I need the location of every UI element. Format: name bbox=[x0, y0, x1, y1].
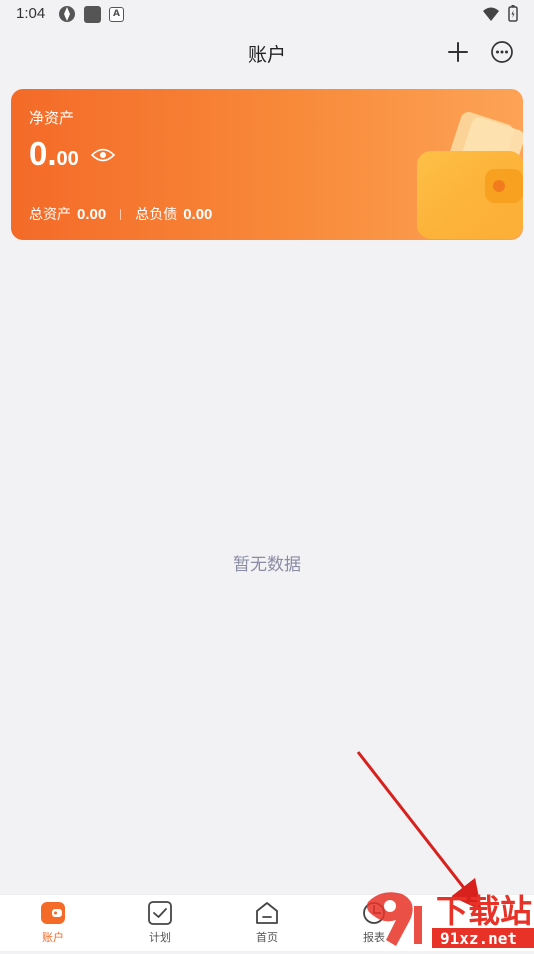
more-icon bbox=[491, 41, 513, 63]
status-time: 1:04 bbox=[16, 5, 46, 22]
status-bar: 1:04 A bbox=[0, 0, 534, 28]
battery-icon bbox=[508, 5, 518, 22]
tab-label-home: 首页 bbox=[256, 931, 278, 944]
aperture-icon bbox=[59, 6, 75, 22]
wallet-illustration-icon bbox=[417, 111, 523, 239]
card-totals: 总资产 0.00 总负债 0.00 bbox=[29, 204, 212, 224]
net-assets-decimal: 00 bbox=[56, 148, 79, 170]
net-assets-card[interactable]: 净资产 0. 00 总资产 0.00 总负债 0.00 bbox=[11, 89, 523, 240]
more-button[interactable] bbox=[488, 38, 516, 66]
app-header: 账户 bbox=[0, 30, 534, 74]
total-liabilities-label: 总负债 bbox=[135, 207, 178, 223]
tab-label-account: 账户 bbox=[42, 931, 64, 944]
plus-icon bbox=[448, 42, 468, 62]
tab-account[interactable]: 账户 bbox=[13, 901, 93, 945]
tab-label-plan: 计划 bbox=[149, 931, 171, 944]
tab-label-report: 报表 bbox=[363, 931, 385, 944]
checkbox-icon bbox=[148, 901, 172, 925]
empty-state-text: 暂无数据 bbox=[233, 555, 301, 575]
net-assets-value: 0. 00 bbox=[29, 135, 79, 173]
total-assets-label: 总资产 bbox=[29, 207, 71, 223]
bottom-tab-bar: 账户 计划 首页 报表 bbox=[0, 894, 534, 951]
eye-icon[interactable] bbox=[91, 147, 115, 163]
home-icon bbox=[256, 902, 278, 924]
report-icon bbox=[363, 902, 385, 924]
tab-report[interactable]: 报表 bbox=[334, 901, 414, 945]
divider bbox=[120, 208, 122, 220]
tab-plan[interactable]: 计划 bbox=[120, 901, 200, 945]
total-assets-value: 0.00 bbox=[77, 205, 107, 223]
app-notification-icon bbox=[84, 5, 101, 23]
wallet-icon bbox=[41, 902, 65, 924]
total-liabilities-value: 0.00 bbox=[183, 205, 213, 223]
net-assets-label: 净资产 bbox=[29, 109, 75, 127]
add-button[interactable] bbox=[444, 38, 472, 66]
tab-home[interactable]: 首页 bbox=[227, 901, 307, 945]
a-notification-icon: A bbox=[109, 6, 124, 22]
wifi-icon bbox=[483, 7, 499, 21]
net-assets-integer: 0. bbox=[29, 135, 57, 172]
